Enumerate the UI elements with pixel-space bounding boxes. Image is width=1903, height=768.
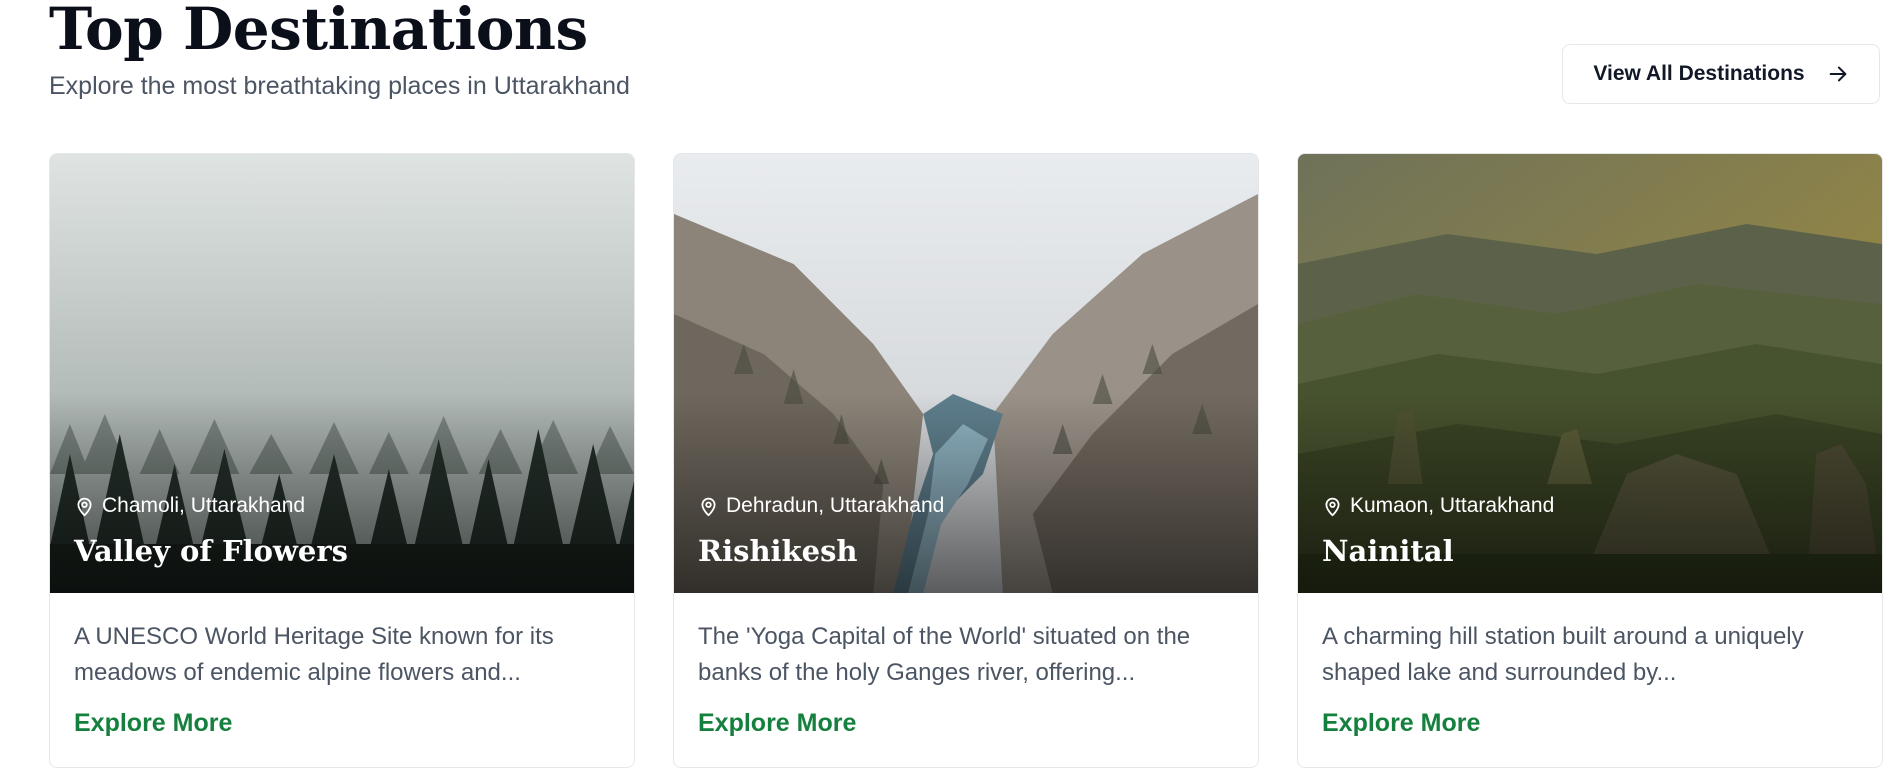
card-location-text: Kumaon, Uttarakhand	[1350, 494, 1555, 517]
card-location-text: Chamoli, Uttarakhand	[102, 494, 306, 517]
explore-more-link[interactable]: Explore More	[74, 709, 232, 738]
explore-more-link[interactable]: Explore More	[1322, 709, 1480, 738]
arrow-right-icon	[1829, 66, 1846, 82]
page-title: Top Destinations	[49, 0, 588, 63]
destination-image: Kumaon, Uttarakhand Nainital	[1298, 154, 1882, 593]
card-description: A UNESCO World Heritage Site known for i…	[74, 623, 554, 686]
destination-cards: Chamoli, Uttarakhand Valley of Flowers A…	[49, 153, 1883, 768]
card-location: Chamoli, Uttarakhand	[74, 494, 305, 518]
card-title: Nainital	[1322, 534, 1454, 568]
destinations-section: Top Destinations Explore the most breath…	[49, 0, 1883, 768]
destination-card[interactable]: Kumaon, Uttarakhand Nainital A charming …	[1297, 153, 1883, 768]
destination-image: Dehradun, Uttarakhand Rishikesh	[674, 154, 1258, 593]
map-pin-icon	[77, 497, 92, 516]
card-title: Rishikesh	[698, 534, 858, 568]
map-pin-icon	[701, 497, 716, 516]
page-subtitle: Explore the most breathtaking places in …	[49, 72, 630, 100]
card-description: The 'Yoga Capital of the World' situated…	[698, 623, 1191, 686]
explore-more-link[interactable]: Explore More	[698, 709, 856, 738]
card-title: Valley of Flowers	[74, 534, 348, 568]
card-location: Kumaon, Uttarakhand	[1322, 494, 1554, 518]
destination-card[interactable]: Dehradun, Uttarakhand Rishikesh The 'Yog…	[673, 153, 1259, 768]
destination-card[interactable]: Chamoli, Uttarakhand Valley of Flowers A…	[49, 153, 635, 768]
view-all-destinations-button[interactable]: View All Destinations	[1562, 44, 1880, 104]
view-all-label: View All Destinations	[1593, 62, 1805, 85]
card-location-text: Dehradun, Uttarakhand	[726, 494, 945, 517]
destination-image: Chamoli, Uttarakhand Valley of Flowers	[50, 154, 634, 593]
card-location: Dehradun, Uttarakhand	[698, 494, 944, 518]
map-pin-icon	[1325, 497, 1340, 516]
card-description: A charming hill station built around a u…	[1322, 623, 1804, 686]
